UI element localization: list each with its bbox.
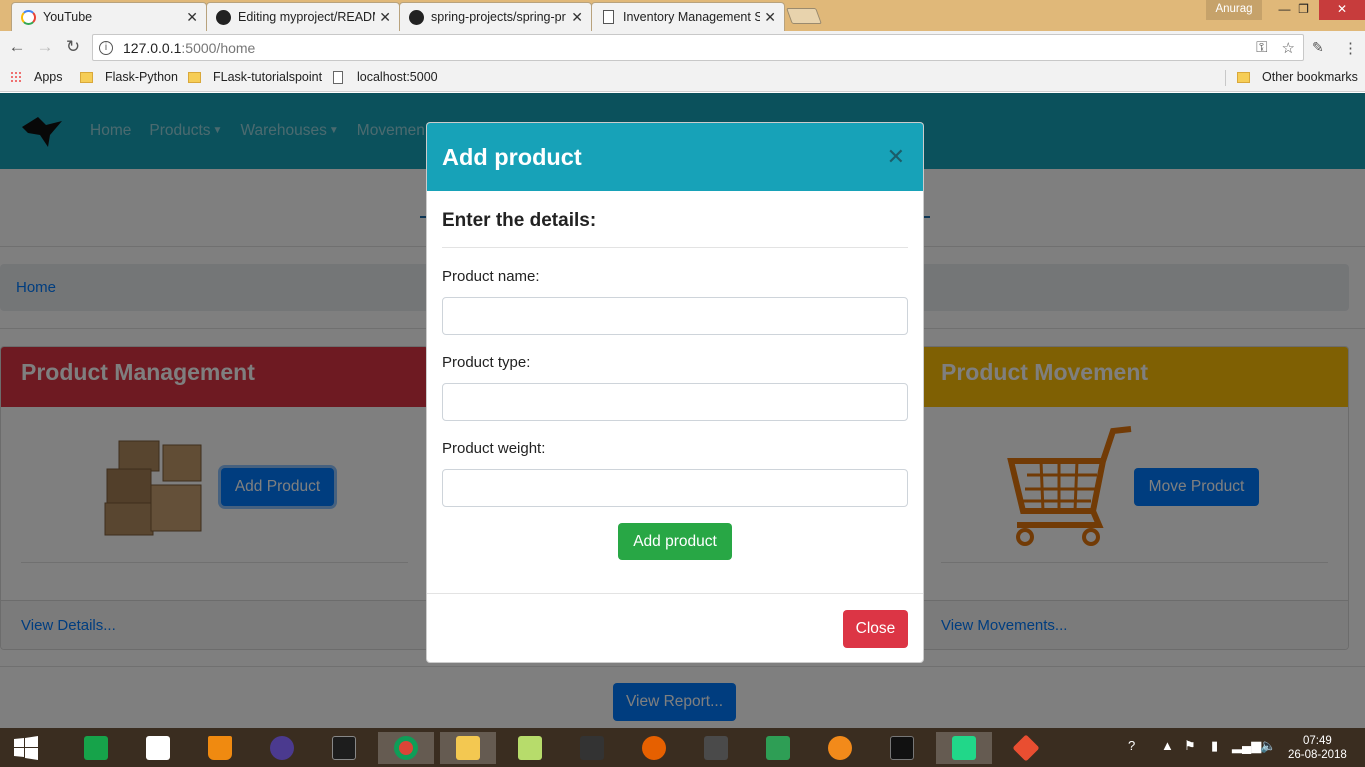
product-weight-input[interactable] [442,469,908,507]
clock-date: 26-08-2018 [1288,749,1347,761]
add-product-modal: Add product ✕ Enter the details: Product… [426,122,924,663]
tab-title: YouTube [43,10,93,24]
close-icon[interactable]: ✕ [571,9,583,26]
bookmark-label: Apps [34,70,63,84]
menu-icon[interactable]: ⋮ [1343,39,1358,57]
modal-subtitle: Enter the details: [442,210,597,231]
restore-icon[interactable]: ❐ [1288,0,1319,20]
google-icon [20,9,36,25]
browser-tab-strip: YouTube ✕ Editing myproject/READM ✕ spri… [0,0,1365,31]
info-icon[interactable]: i [99,40,113,55]
tab-title: Editing myproject/READM [238,10,376,24]
document-icon [333,70,343,84]
bookmark-label: Flask-Python [105,70,178,84]
divider [442,247,908,248]
product-type-input[interactable] [442,383,908,421]
tab-spring-projects[interactable]: spring-projects/spring-pr ✕ [399,2,592,31]
tray-expand-icon[interactable]: ▲ [1161,738,1174,753]
edge-icon[interactable] [820,732,860,764]
github-icon [215,9,231,25]
apps-grid-icon [10,71,22,83]
modal-title: Add product [442,143,582,170]
other-bookmarks[interactable]: Other bookmarks [1237,70,1358,84]
help-icon[interactable]: ? [1128,738,1135,753]
vlc-icon[interactable] [200,732,240,764]
volume-icon[interactable]: 🔈 [1260,738,1276,754]
page-viewport: Home Products▼ Warehouses▼ Movemen Home … [0,93,1365,728]
bookmarks-bar: Apps Flask-Python FLask-tutorialspoint l… [0,64,1365,92]
eclipse-icon[interactable] [262,732,302,764]
clock-time: 07:49 [1303,735,1332,747]
flag-icon[interactable]: ⚑ [1184,738,1196,754]
bookmark-flask-python[interactable]: Flask-Python [80,70,178,84]
store-icon[interactable] [76,732,116,764]
taskbar-clock[interactable]: 07:49 26-08-2018 [1288,734,1347,762]
folder-icon [188,71,201,83]
battery-icon[interactable]: ▮ [1211,738,1218,754]
extension-icon[interactable]: ✎ [1312,39,1330,57]
bookmark-label: localhost:5000 [357,70,438,84]
folder-icon [80,71,93,83]
firefox-icon[interactable] [634,732,674,764]
product-name-label: Product name: [442,268,540,285]
dropbox-icon[interactable] [138,732,178,764]
git-icon[interactable] [1006,732,1046,764]
star-icon[interactable]: ☆ [1282,39,1295,57]
bookmark-separator [1225,70,1226,86]
forward-icon[interactable]: → [34,37,56,59]
chrome-icon[interactable] [378,732,434,764]
product-name-input[interactable] [442,297,908,335]
bookmark-localhost[interactable]: localhost:5000 [333,70,438,84]
url-path: :5000/home [181,39,256,56]
close-icon[interactable]: ✕ [764,9,776,26]
signal-icon[interactable]: ▂▄▆ [1232,738,1261,754]
folder-icon [1237,71,1250,83]
notes-icon[interactable] [510,732,550,764]
profile-button[interactable]: Anurag [1206,0,1262,20]
tab-editing-readme[interactable]: Editing myproject/READM ✕ [206,2,400,31]
sublime-icon[interactable] [696,732,736,764]
product-type-label: Product type: [442,354,531,371]
modal-header: Add product ✕ [427,123,923,191]
new-tab-button[interactable] [786,8,822,24]
pycharm-icon[interactable] [936,732,992,764]
close-icon[interactable]: ✕ [186,9,198,26]
bookmark-label: Other bookmarks [1262,70,1358,84]
file-explorer-icon[interactable] [440,732,496,764]
close-icon[interactable]: ✕ [887,146,905,168]
close-button[interactable]: Close [843,610,908,648]
game-icon[interactable] [572,732,612,764]
reload-icon[interactable]: ↻ [62,37,84,59]
tab-title: Inventory Management S [623,10,761,24]
github-icon [408,9,424,25]
modal-body: Enter the details: Product name: Product… [427,191,923,593]
mysql-icon[interactable] [324,732,364,764]
bookmark-apps[interactable]: Apps [10,70,63,84]
windows-taskbar: ? ▲ ⚑ ▮ ▂▄▆ 🔈 07:49 26-08-2018 [0,728,1365,767]
window-close-icon[interactable]: ✕ [1319,0,1365,20]
bookmark-flask-tutorialspoint[interactable]: FLask-tutorialspoint [188,70,322,84]
back-icon[interactable]: ← [6,37,28,59]
tab-title: spring-projects/spring-pr [431,10,566,24]
address-bar[interactable]: i 127.0.0.1:5000/home ⚿ ☆ [92,34,1304,61]
product-weight-label: Product weight: [442,440,546,457]
terminal-icon[interactable] [882,732,922,764]
browser-toolbar: ← → ↻ i 127.0.0.1:5000/home ⚿ ☆ ✎ ⋮ [0,31,1365,64]
windows-start-icon[interactable] [6,732,46,764]
document-icon [600,9,616,25]
tab-inventory-management[interactable]: Inventory Management S ✕ [591,2,785,31]
submit-add-product-button[interactable]: Add product [618,523,732,560]
tab-youtube[interactable]: YouTube ✕ [11,2,207,31]
bookmark-label: FLask-tutorialspoint [213,70,323,84]
close-icon[interactable]: ✕ [379,9,391,26]
modal-footer: Close [427,593,923,662]
classroom-icon[interactable] [758,732,798,764]
key-icon[interactable]: ⚿ [1256,39,1267,57]
url-host: 127.0.0.1 [123,39,182,56]
